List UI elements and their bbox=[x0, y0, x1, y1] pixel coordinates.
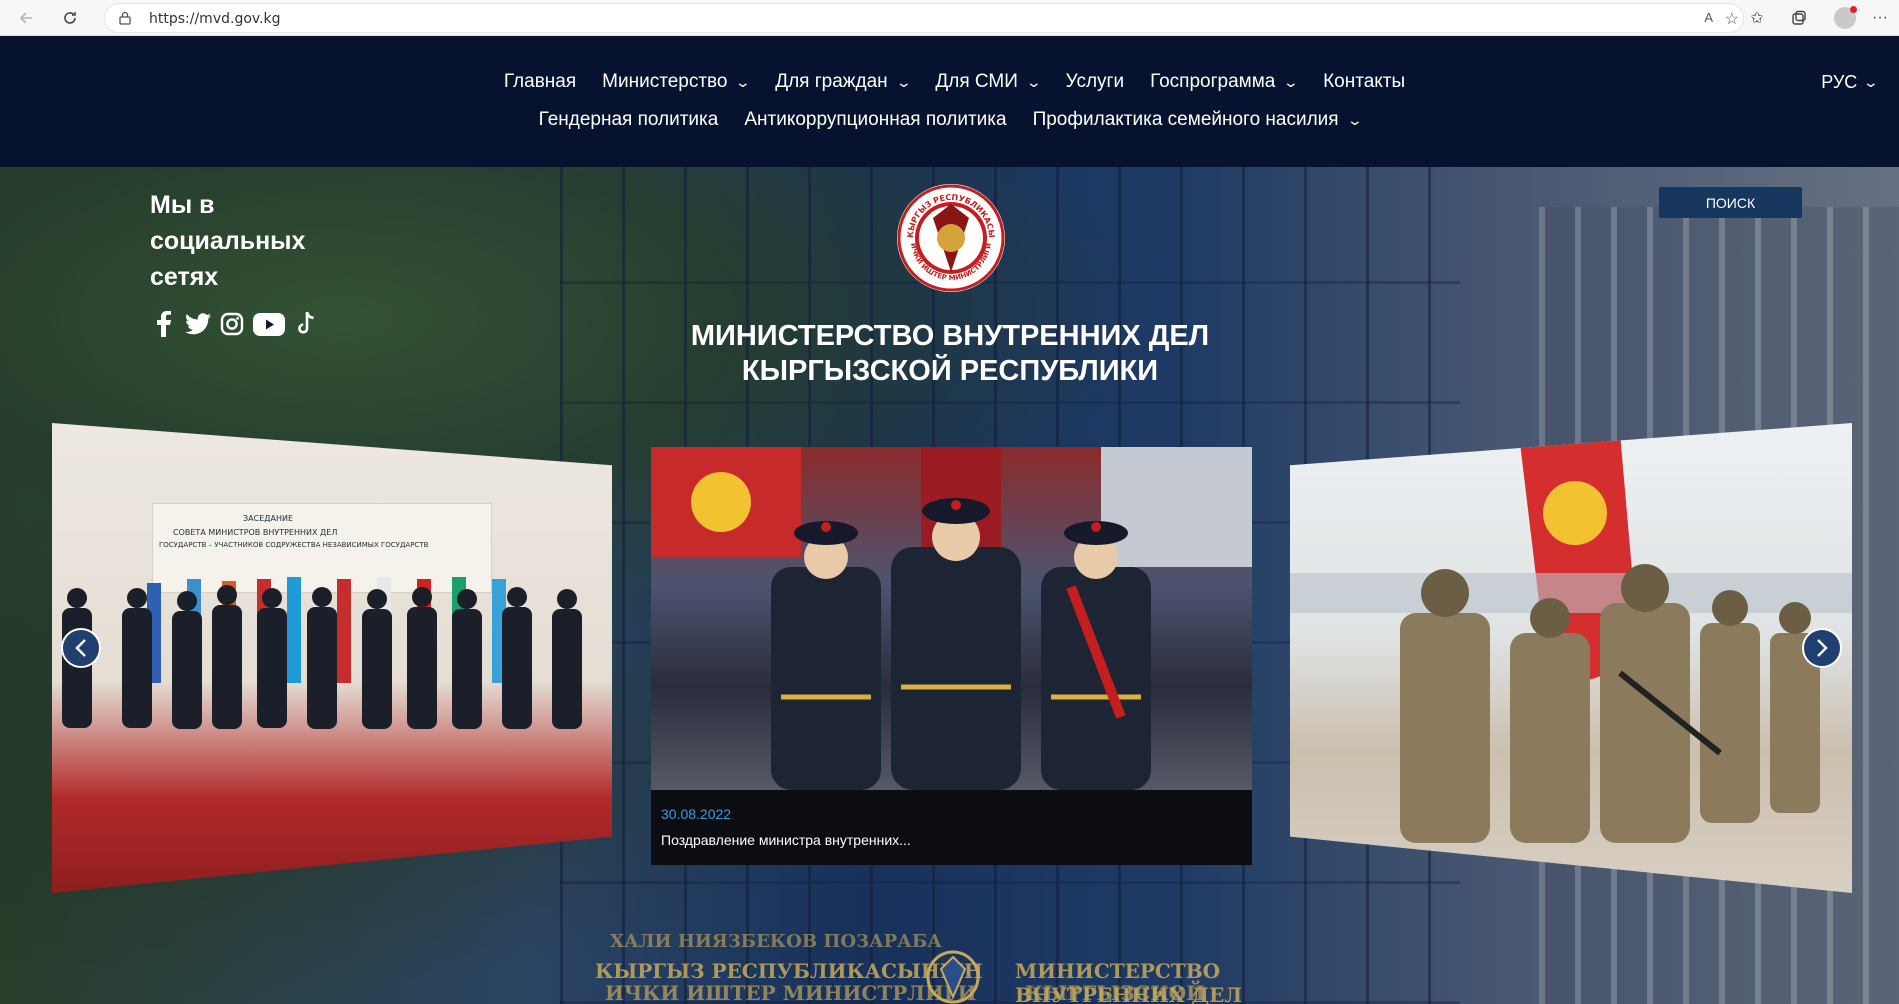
youtube-icon[interactable] bbox=[252, 310, 286, 338]
slide-date: 30.08.2022 bbox=[661, 806, 732, 822]
more-icon[interactable]: ··· bbox=[1866, 4, 1894, 32]
social-links bbox=[150, 310, 320, 338]
site-header: Главная Министерство ⌄ Для граждан ⌄ Для С… bbox=[0, 36, 1899, 167]
nav-item-contacts[interactable]: Контакты bbox=[1323, 71, 1405, 93]
social-title: Мы в социальных сетях bbox=[150, 191, 306, 291]
slide-caption-text[interactable]: Поздравление министра внутренних... bbox=[661, 832, 911, 848]
chevron-down-icon: ⌄ bbox=[735, 73, 752, 90]
twitter-icon[interactable] bbox=[184, 310, 212, 338]
nav-item-services[interactable]: Услуги bbox=[1066, 71, 1124, 93]
hero-section: ХАЛИ НИЯЗБЕКОВ ПОЗАРАБА КЫРГЫЗ РЕСПУБЛИК… bbox=[0, 167, 1899, 1004]
carousel-next-button[interactable] bbox=[1802, 628, 1842, 668]
main-nav-row-1: Главная Министерство ⌄ Для граждан ⌄ Для С… bbox=[0, 71, 1899, 93]
carousel-slide-active[interactable]: 30.08.2022 Поздравление министра внутрен… bbox=[651, 447, 1252, 865]
nav-item-family-violence[interactable]: Профилактика семейного насилия ⌄ bbox=[1033, 109, 1363, 131]
chevron-left-icon bbox=[75, 639, 86, 657]
carousel-slide-next[interactable] bbox=[1290, 423, 1852, 893]
nav-item-gender-policy[interactable]: Гендерная политика bbox=[539, 109, 719, 131]
chevron-down-icon: ⌄ bbox=[1025, 73, 1043, 90]
honor-guard-illustration bbox=[651, 447, 1252, 790]
chevron-down-icon: ⌄ bbox=[1346, 111, 1363, 128]
facebook-icon[interactable] bbox=[150, 310, 178, 338]
profile-avatar[interactable] bbox=[1831, 4, 1859, 32]
page-title: МИНИСТЕРСТВО ВНУТРЕННИХ ДЕЛ КЫРГЫЗСКОЙ Р… bbox=[690, 320, 1210, 387]
tiktok-icon[interactable] bbox=[292, 310, 320, 338]
address-bar[interactable]: https://mvd.gov.kg A ☆ bbox=[104, 3, 1744, 33]
add-favorite-icon[interactable]: ☆ bbox=[1725, 9, 1739, 29]
building-plaque: ХАЛИ НИЯЗБЕКОВ ПОЗАРАБА КЫРГЫЗ РЕСПУБЛИК… bbox=[595, 931, 1243, 1004]
carousel-slide-prev[interactable]: ЗАСЕДАНИЕ СОВЕТА МИНИСТРОВ ВНУТРЕННИХ ДЕ… bbox=[52, 423, 612, 893]
search-button[interactable]: ПОИСК bbox=[1659, 187, 1802, 218]
url-text[interactable]: https://mvd.gov.kg bbox=[149, 11, 281, 27]
chevron-right-icon bbox=[1817, 639, 1828, 657]
read-aloud-icon[interactable]: A bbox=[1704, 10, 1713, 25]
back-icon[interactable] bbox=[12, 4, 40, 32]
nav-item-home[interactable]: Главная bbox=[504, 71, 576, 93]
favorites-icon[interactable]: ✩ bbox=[1743, 4, 1771, 32]
chevron-down-icon: ⌄ bbox=[895, 73, 912, 90]
slide-photo bbox=[651, 447, 1252, 790]
slide-caption: 30.08.2022 Поздравление министра внутрен… bbox=[651, 790, 1252, 865]
language-selector[interactable]: РУС ⌄ bbox=[1821, 72, 1880, 93]
main-nav-row-2: Гендерная политика Антикоррупционная пол… bbox=[0, 109, 1899, 131]
soldiers-parade-illustration bbox=[1290, 433, 1852, 843]
language-label: РУС bbox=[1821, 72, 1858, 92]
lock-icon bbox=[119, 11, 131, 25]
collections-icon[interactable] bbox=[1785, 4, 1813, 32]
nav-item-citizens[interactable]: Для граждан ⌄ bbox=[775, 71, 912, 93]
chevron-down-icon: ⌄ bbox=[1862, 74, 1880, 90]
carousel-prev-button[interactable] bbox=[61, 628, 101, 668]
nav-item-media[interactable]: Для СМИ ⌄ bbox=[935, 71, 1043, 93]
chevron-down-icon: ⌄ bbox=[1283, 73, 1300, 90]
nav-item-anticorruption[interactable]: Антикоррупционная политика bbox=[744, 109, 1006, 131]
nav-item-state-program[interactable]: Госпрограмма ⌄ bbox=[1150, 71, 1300, 93]
nav-item-ministry[interactable]: Министерство ⌄ bbox=[602, 71, 752, 93]
plaque-emblem-icon bbox=[926, 950, 980, 1004]
browser-toolbar: https://mvd.gov.kg A ☆ ✩ ··· bbox=[0, 0, 1899, 36]
reload-icon[interactable] bbox=[56, 4, 84, 32]
instagram-icon[interactable] bbox=[218, 310, 246, 338]
delegates-illustration bbox=[62, 585, 582, 729]
ministry-emblem: КЫРГЫЗ РЕСПУБЛИКАСЫ ИЧКИ ИШТЕР МИНИСТРЛИ… bbox=[897, 184, 1005, 292]
